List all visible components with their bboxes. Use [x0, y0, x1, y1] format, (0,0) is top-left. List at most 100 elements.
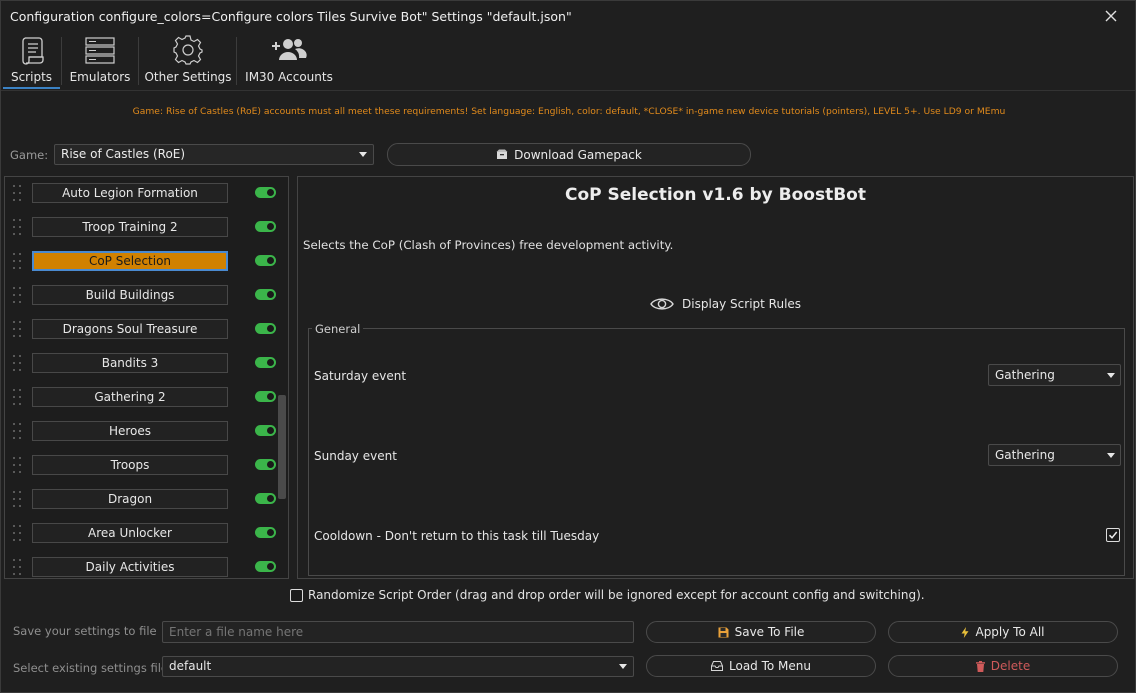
- lightning-icon: [961, 626, 969, 638]
- script-button[interactable]: Daily Activities: [32, 557, 228, 577]
- tab-divider: [61, 37, 62, 85]
- list-item: Heroes: [5, 415, 276, 449]
- game-select[interactable]: Rise of Castles (RoE): [54, 144, 374, 165]
- script-list-scrollbar[interactable]: [278, 395, 286, 499]
- drag-handle-icon[interactable]: [13, 423, 23, 441]
- drag-handle-icon[interactable]: [13, 491, 23, 509]
- script-button[interactable]: Heroes: [32, 421, 228, 441]
- list-item: Troop Training 2: [5, 211, 276, 245]
- save-to-file-button[interactable]: Save To File: [646, 621, 876, 643]
- script-button[interactable]: Area Unlocker: [32, 523, 228, 543]
- list-item: Dragon: [5, 483, 276, 517]
- drag-handle-icon[interactable]: [13, 559, 23, 577]
- drag-handle-icon[interactable]: [13, 219, 23, 237]
- list-item: Dragons Soul Treasure: [5, 313, 276, 347]
- settings-file-select[interactable]: default: [162, 656, 634, 677]
- script-enable-toggle[interactable]: [255, 221, 276, 232]
- drag-handle-icon[interactable]: [13, 185, 23, 203]
- script-settings-panel: CoP Selection v1.6 by BoostBot Selects t…: [297, 176, 1134, 579]
- saturday-event-select[interactable]: Gathering: [988, 364, 1121, 386]
- script-list: Auto Legion Formation Troop Training 2 C…: [4, 176, 289, 579]
- game-select-value: Rise of Castles (RoE): [61, 147, 186, 161]
- randomize-label: Randomize Script Order (drag and drop or…: [308, 588, 925, 602]
- cooldown-checkbox[interactable]: [1106, 528, 1120, 542]
- checkmark-icon: [1108, 531, 1118, 539]
- chevron-down-icon: [359, 152, 367, 157]
- script-enable-toggle[interactable]: [255, 493, 276, 504]
- apply-to-all-button[interactable]: Apply To All: [888, 621, 1118, 643]
- game-label: Game:: [10, 148, 49, 162]
- gear-icon: [172, 33, 204, 67]
- script-enable-toggle[interactable]: [255, 561, 276, 572]
- general-group: General Saturday event Gathering Sunday …: [308, 322, 1125, 576]
- settings-window: Configuration configure_colors=Configure…: [0, 0, 1136, 693]
- script-enable-toggle[interactable]: [255, 391, 276, 402]
- saturday-event-label: Saturday event: [314, 369, 407, 383]
- script-enable-toggle[interactable]: [255, 425, 276, 436]
- script-enable-toggle[interactable]: [255, 323, 276, 334]
- list-item: Area Unlocker: [5, 517, 276, 551]
- filename-input[interactable]: [162, 621, 634, 643]
- users-add-icon: [271, 33, 307, 67]
- script-enable-toggle[interactable]: [255, 459, 276, 470]
- tab-divider: [236, 37, 237, 85]
- close-icon: [1105, 10, 1117, 22]
- download-gamepack-label: Download Gamepack: [514, 147, 642, 162]
- servers-icon: [84, 33, 116, 67]
- apply-to-all-label: Apply To All: [975, 625, 1045, 639]
- script-button[interactable]: Build Buildings: [32, 285, 228, 305]
- tab-scripts[interactable]: Scripts: [3, 33, 60, 89]
- script-button[interactable]: Auto Legion Formation: [32, 183, 228, 203]
- tab-label: Scripts: [10, 70, 53, 84]
- select-settings-label: Select existing settings file: [13, 661, 168, 675]
- randomize-checkbox[interactable]: [290, 588, 303, 602]
- list-item: CoP Selection: [5, 245, 276, 279]
- script-button[interactable]: Dragons Soul Treasure: [32, 319, 228, 339]
- scroll-icon: [18, 33, 46, 67]
- tab-im30-accounts[interactable]: IM30 Accounts: [245, 33, 333, 89]
- chevron-down-icon: [1107, 373, 1115, 378]
- chevron-down-icon: [619, 664, 627, 669]
- title-bar: Configuration configure_colors=Configure…: [1, 1, 1135, 33]
- list-item: Gathering 2: [5, 381, 276, 415]
- script-enable-toggle[interactable]: [255, 357, 276, 368]
- script-enable-toggle[interactable]: [255, 289, 276, 300]
- list-item: Troops: [5, 449, 276, 483]
- script-enable-toggle[interactable]: [255, 187, 276, 198]
- tab-divider: [138, 37, 139, 85]
- display-script-rules-label: Display Script Rules: [682, 297, 802, 311]
- close-button[interactable]: [1099, 5, 1123, 27]
- save-to-file-label: Save To File: [734, 625, 805, 639]
- list-item: Daily Activities: [5, 551, 276, 578]
- download-gamepack-button[interactable]: Download Gamepack: [387, 143, 751, 166]
- tab-emulators[interactable]: Emulators: [67, 33, 133, 89]
- saturday-event-value: Gathering: [995, 368, 1055, 382]
- load-to-menu-button[interactable]: Load To Menu: [646, 655, 876, 677]
- script-button-selected[interactable]: CoP Selection: [32, 251, 228, 271]
- script-button[interactable]: Bandits 3: [32, 353, 228, 373]
- sunday-event-select[interactable]: Gathering: [988, 444, 1121, 466]
- list-item: Build Buildings: [5, 279, 276, 313]
- delete-label: Delete: [990, 659, 1031, 673]
- drag-handle-icon[interactable]: [13, 253, 23, 271]
- display-script-rules-button[interactable]: Display Script Rules: [650, 293, 801, 315]
- tab-other-settings[interactable]: Other Settings: [144, 33, 232, 89]
- drag-handle-icon[interactable]: [13, 287, 23, 305]
- script-button[interactable]: Troops: [32, 455, 228, 475]
- tab-bar: Scripts Emulators Other Settings IM30 Ac…: [1, 33, 1135, 91]
- drag-handle-icon[interactable]: [13, 525, 23, 543]
- tab-label: Other Settings: [144, 70, 232, 84]
- drag-handle-icon[interactable]: [13, 321, 23, 339]
- save-settings-label: Save your settings to file: [13, 624, 157, 638]
- script-button[interactable]: Troop Training 2: [32, 217, 228, 237]
- drag-handle-icon[interactable]: [13, 355, 23, 373]
- script-button[interactable]: Dragon: [32, 489, 228, 509]
- drag-handle-icon[interactable]: [13, 389, 23, 407]
- script-enable-toggle[interactable]: [255, 255, 276, 266]
- script-enable-toggle[interactable]: [255, 527, 276, 538]
- game-requirements-notice: Game: Rise of Castles (RoE) accounts mus…: [132, 106, 1006, 117]
- delete-button[interactable]: Delete: [888, 655, 1118, 677]
- drag-handle-icon[interactable]: [13, 457, 23, 475]
- script-button[interactable]: Gathering 2: [32, 387, 228, 407]
- tab-bar-divider: [1, 90, 1135, 91]
